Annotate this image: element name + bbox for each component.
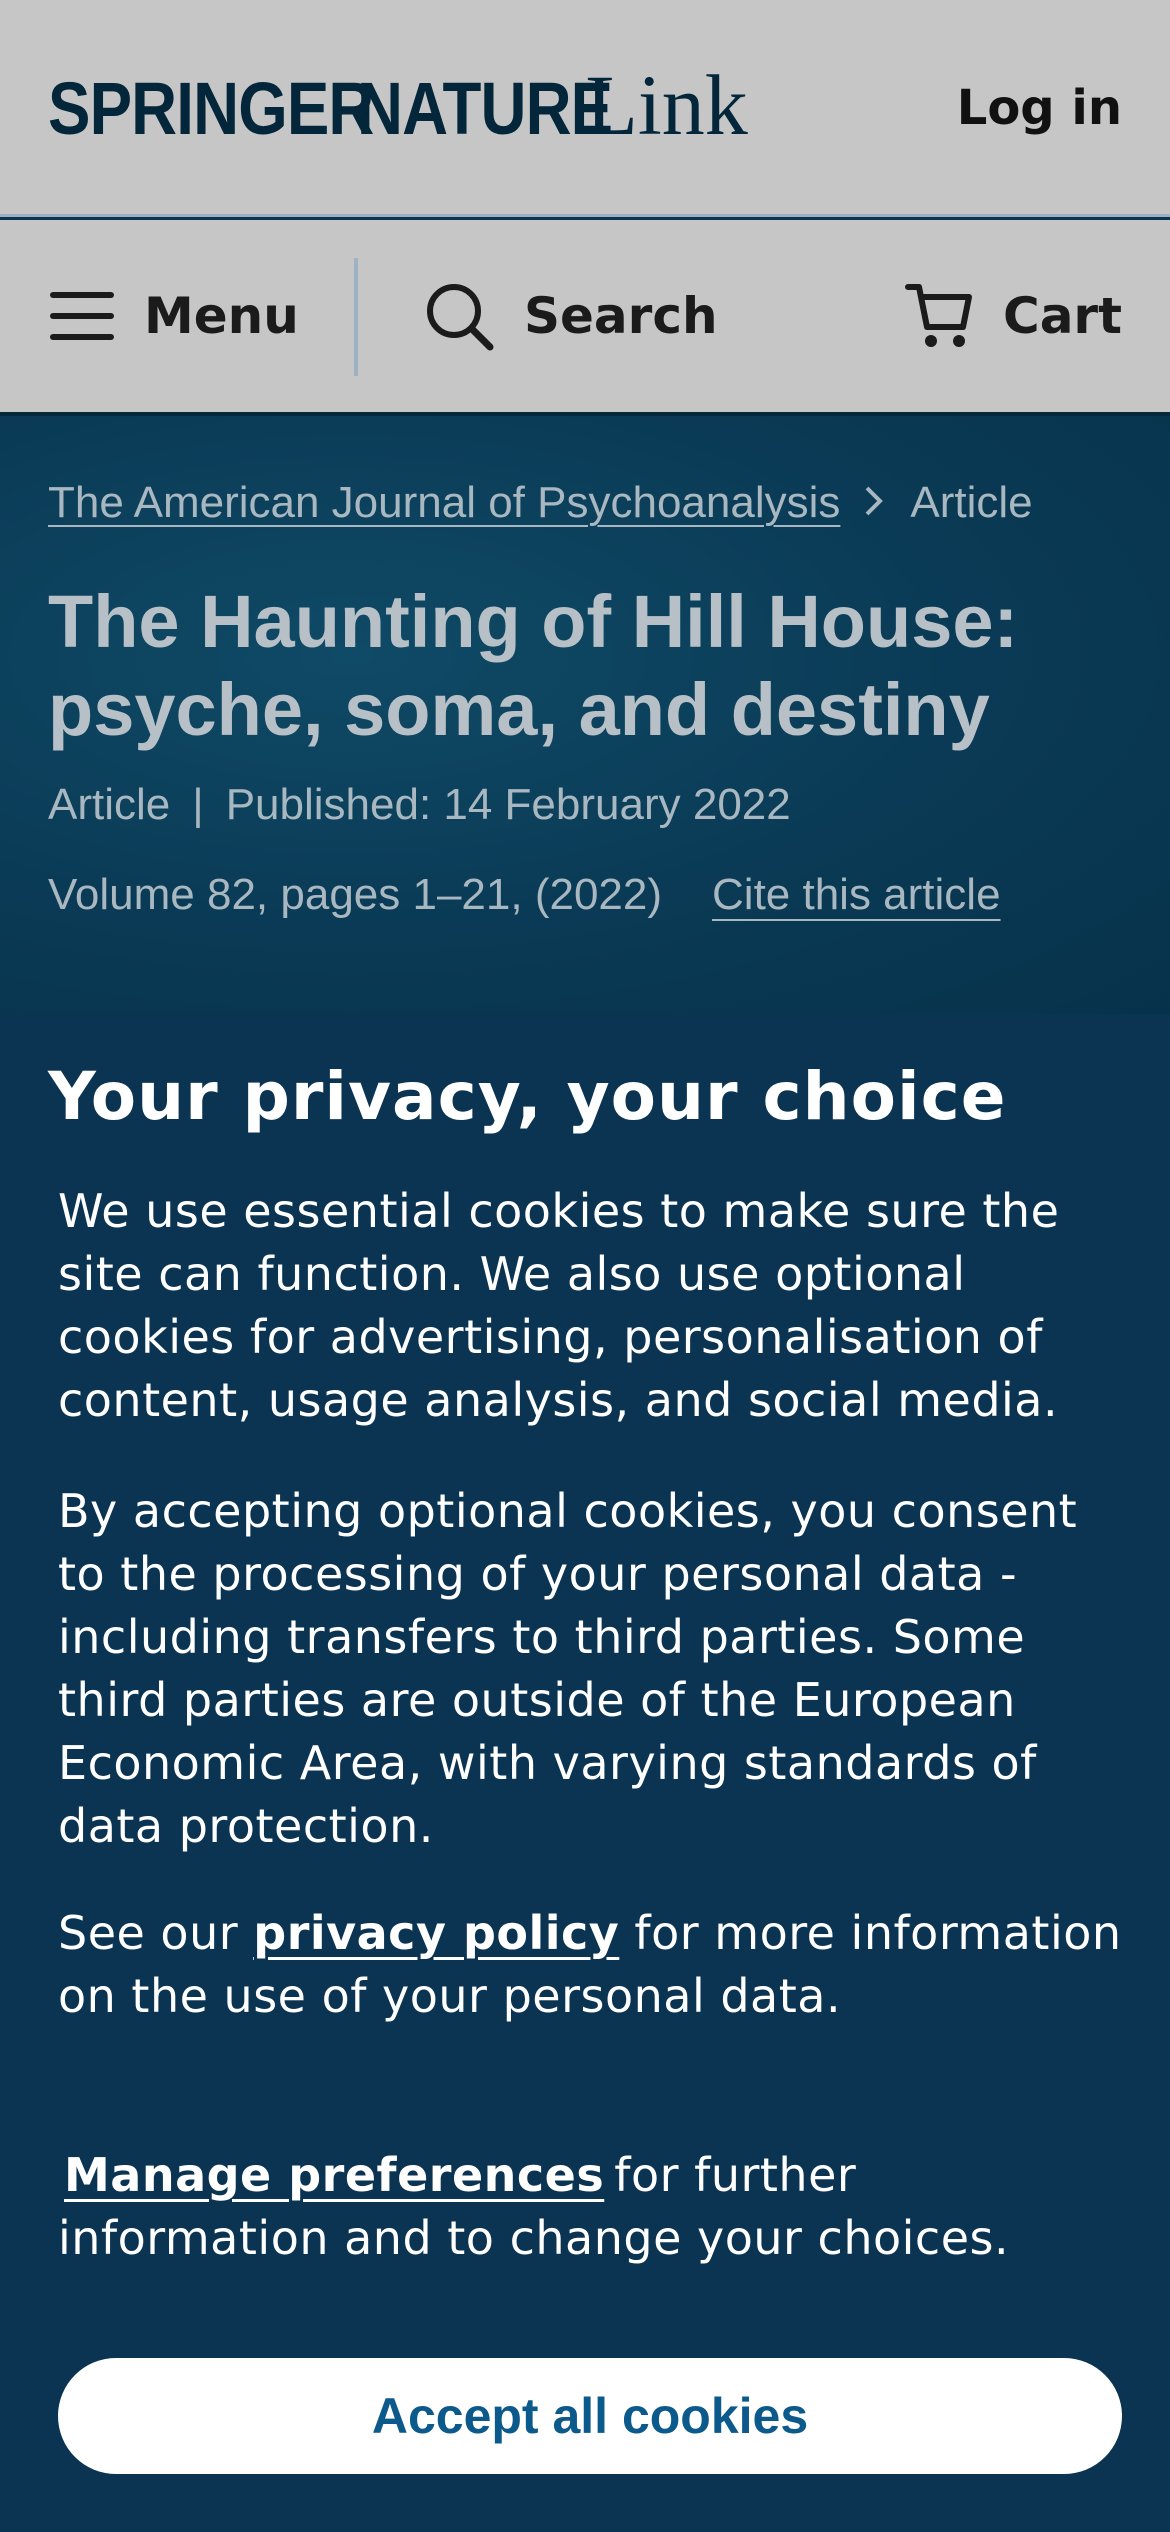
article-title-line2: psyche, soma, and destiny bbox=[48, 668, 990, 751]
site-header: SPRINGER NATURE Link Log in bbox=[0, 0, 1170, 217]
cookie-banner-title: Your privacy, your choice bbox=[48, 1058, 1007, 1135]
springer-nature-link-logo[interactable]: SPRINGER NATURE Link bbox=[48, 62, 748, 148]
article-meta: Article | Published: 14 February 2022 bbox=[48, 780, 791, 830]
volume-info: Volume 82, pages 1–21, (2022) bbox=[48, 870, 663, 919]
article-title: The Haunting of Hill House: psyche, soma… bbox=[48, 578, 1108, 754]
article-title-line1: The Haunting of Hill House: bbox=[48, 580, 1019, 663]
menu-label: Menu bbox=[144, 287, 299, 345]
meta-separator: | bbox=[192, 780, 204, 829]
search-icon bbox=[427, 284, 494, 351]
search-button[interactable]: Search bbox=[424, 220, 718, 412]
cart-icon bbox=[905, 284, 972, 347]
article-volume-row: Volume 82, pages 1–21, (2022) Cite this … bbox=[48, 870, 1001, 920]
chevron-right-icon bbox=[864, 479, 884, 527]
cart-label: Cart bbox=[1003, 287, 1122, 345]
cookie-banner: Your privacy, your choice We use essenti… bbox=[0, 1014, 1170, 2532]
cookie-paragraph-privacy: See our privacy policy for more informat… bbox=[58, 1902, 1138, 2028]
published-date: Published: 14 February 2022 bbox=[225, 780, 791, 829]
search-label: Search bbox=[524, 287, 718, 345]
article-header: The American Journal of Psychoanalysis A… bbox=[0, 412, 1170, 1014]
breadcrumb: The American Journal of Psychoanalysis A… bbox=[48, 478, 1033, 528]
logo-word-springer: SPRINGER bbox=[48, 67, 374, 150]
accept-all-cookies-button[interactable]: Accept all cookies bbox=[58, 2358, 1122, 2474]
main-nav: Menu Search Cart bbox=[0, 220, 1170, 412]
cookie-paragraph-essential: We use essential cookies to make sure th… bbox=[58, 1184, 1060, 1427]
privacy-prefix: See our bbox=[58, 1906, 239, 1960]
nav-divider bbox=[354, 258, 358, 376]
cookie-paragraph-consent: By accepting optional cookies, you conse… bbox=[58, 1484, 1078, 1853]
cookie-paragraph-manage: Manage preferences for further informatio… bbox=[58, 2144, 1138, 2270]
login-link[interactable]: Log in bbox=[957, 80, 1122, 136]
breadcrumb-current: Article bbox=[910, 478, 1033, 527]
logo-word-nature: NATURE bbox=[356, 67, 613, 150]
privacy-policy-link[interactable]: privacy policy bbox=[253, 1906, 619, 1960]
cart-button[interactable]: Cart bbox=[905, 220, 1122, 412]
article-type: Article bbox=[48, 780, 171, 829]
manage-preferences-link[interactable]: Manage preferences bbox=[64, 2148, 604, 2202]
cite-article-link[interactable]: Cite this article bbox=[712, 870, 1001, 920]
menu-button[interactable]: Menu bbox=[50, 220, 299, 412]
breadcrumb-journal-link[interactable]: The American Journal of Psychoanalysis bbox=[48, 478, 840, 528]
menu-icon bbox=[50, 292, 114, 340]
